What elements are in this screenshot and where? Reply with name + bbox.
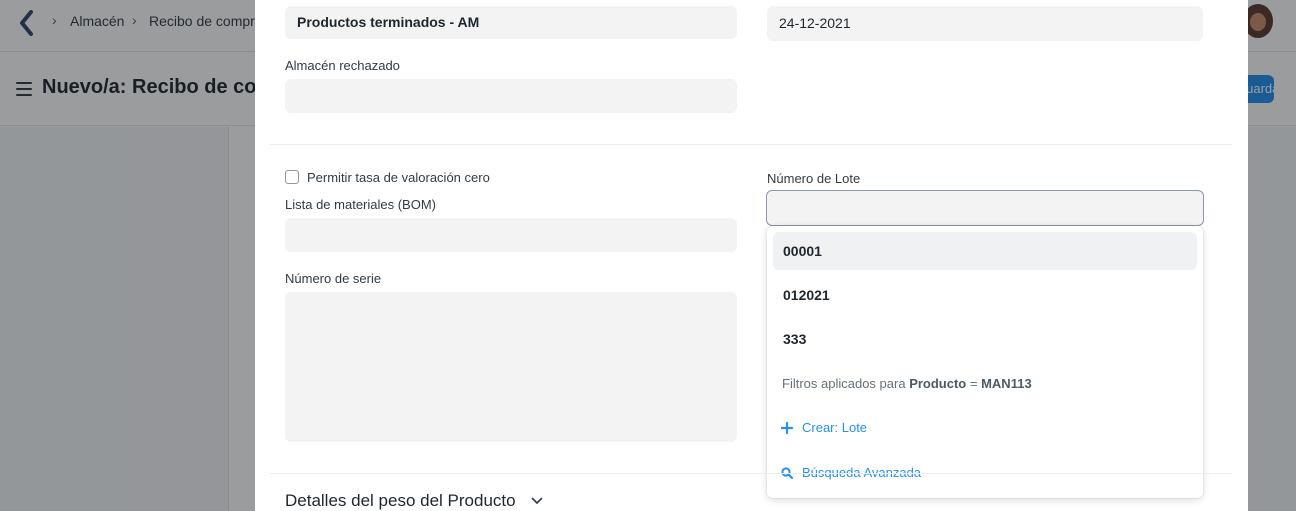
create-batch-link[interactable]: Crear: Lote: [781, 420, 867, 435]
bom-field[interactable]: [285, 218, 737, 252]
create-batch-label: Crear: Lote: [802, 420, 868, 435]
zero-valuation-label: Permitir tasa de valoración cero: [307, 170, 490, 185]
plus-icon: [781, 421, 793, 434]
batch-option[interactable]: 333: [773, 320, 1197, 358]
filter-prefix: Filtros aplicados para: [782, 376, 906, 391]
zero-valuation-checkbox[interactable]: [285, 170, 299, 184]
bom-label: Lista de materiales (BOM): [285, 197, 436, 212]
batch-option[interactable]: 012021: [773, 276, 1197, 314]
section-divider: [270, 144, 1232, 145]
batch-number-label: Número de Lote: [767, 171, 861, 186]
rejected-warehouse-field[interactable]: [285, 79, 737, 113]
batch-autocomplete-dropdown: 00001 012021 333 Filtros aplicados para …: [767, 226, 1203, 498]
filter-field: Producto: [909, 376, 967, 391]
applied-filters-note: Filtros aplicados para Producto = MAN113: [782, 376, 1032, 391]
filter-operator: =: [969, 376, 978, 391]
batch-option[interactable]: 00001: [773, 232, 1197, 270]
filter-value: MAN113: [981, 376, 1032, 391]
date-field[interactable]: 24-12-2021: [767, 6, 1203, 41]
section-divider: [270, 473, 1232, 474]
batch-number-input[interactable]: [766, 190, 1204, 226]
item-detail-dialog: Productos terminados - AM 24-12-2021 Alm…: [255, 0, 1248, 511]
serial-number-label: Número de serie: [285, 271, 382, 286]
rejected-warehouse-label: Almacén rechazado: [285, 58, 400, 73]
warehouse-field[interactable]: Productos terminados - AM: [285, 6, 737, 39]
chevron-down-icon[interactable]: [531, 497, 543, 505]
serial-number-textarea[interactable]: [285, 292, 737, 442]
product-weight-section-title[interactable]: Detalles del peso del Producto: [285, 491, 516, 511]
